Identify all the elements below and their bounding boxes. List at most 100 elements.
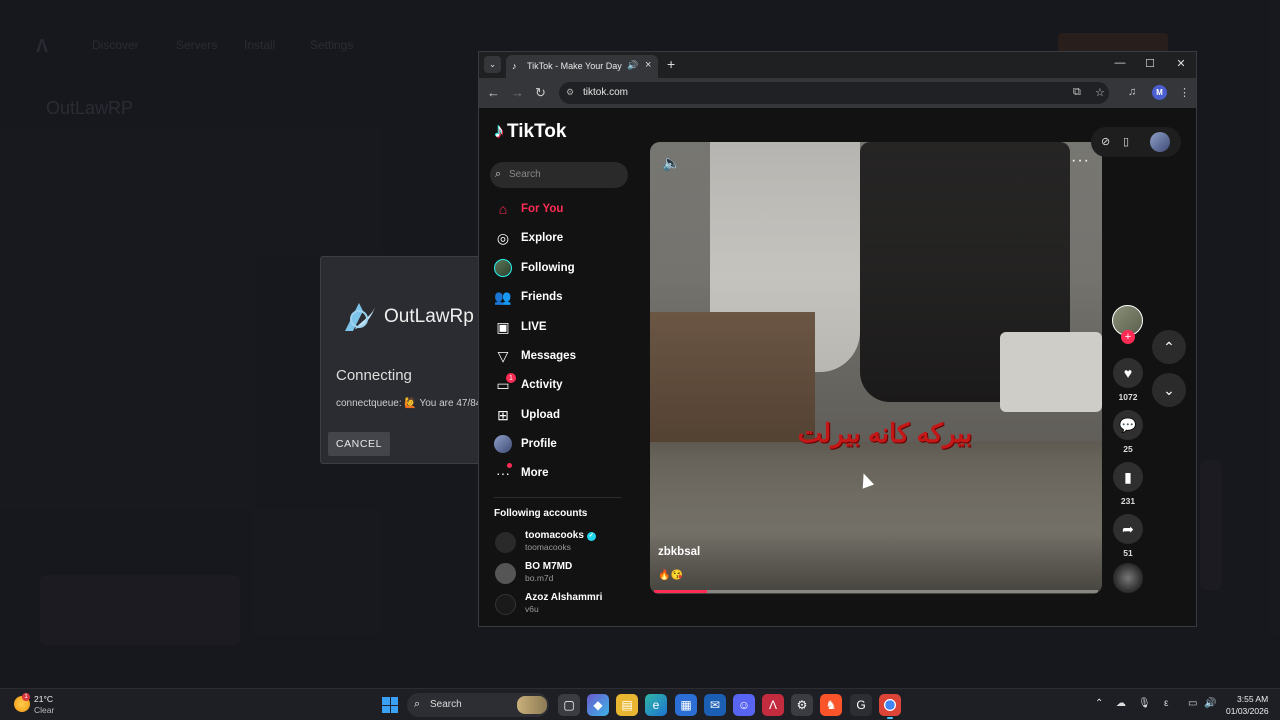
avatar — [495, 563, 516, 584]
nav-upload[interactable]: ⊞ Upload — [493, 404, 560, 426]
tab-search-chevron-icon[interactable]: ⌄ — [484, 56, 501, 73]
edge-icon[interactable]: e — [645, 694, 667, 716]
video-progress-bar[interactable] — [654, 590, 1098, 593]
user-avatar[interactable] — [1150, 132, 1170, 152]
address-bar[interactable]: ⚙ tiktok.com ⧉ ☆ — [559, 82, 1109, 104]
nav-messages[interactable]: ▽ Messages — [493, 345, 576, 367]
volume-icon[interactable]: 🔈 — [662, 154, 681, 172]
language-icon[interactable]: ε — [1164, 698, 1168, 709]
server-name: OutLawRp 3 — [384, 306, 490, 327]
search-input[interactable]: ⌕ Search — [490, 162, 628, 188]
nav-live[interactable]: ▣ LIVE — [493, 316, 546, 338]
weather-badge: 1 — [22, 693, 30, 701]
search-placeholder: Search — [509, 169, 541, 180]
share-icon[interactable]: ➦ — [1113, 514, 1143, 544]
microphone-icon[interactable]: 🎙 — [1138, 698, 1151, 709]
chrome-icon[interactable] — [879, 694, 901, 719]
comment-icon[interactable]: 💬 — [1113, 410, 1143, 440]
taskbar-search[interactable]: ⌕ Search — [407, 693, 549, 717]
volume-icon[interactable]: 🔊 — [1204, 698, 1216, 709]
device-icon[interactable]: ▯ — [1123, 135, 1129, 148]
install-app-icon[interactable]: ⧉ — [1073, 86, 1081, 99]
mail-icon[interactable]: ✉ — [704, 694, 726, 716]
browser-menu-icon[interactable]: ⋮ — [1179, 86, 1190, 99]
share-action[interactable]: ➦ 51 — [1112, 514, 1144, 558]
discord-icon[interactable]: ☺ — [733, 694, 755, 716]
follow-plus-icon[interactable]: + — [1121, 330, 1135, 344]
store-icon[interactable]: ▦ — [675, 694, 697, 716]
next-video-chevron-down-icon[interactable]: ⌄ — [1152, 373, 1186, 407]
new-tab-icon[interactable]: + — [667, 56, 675, 72]
following-account[interactable]: Azoz Alshammri v6u — [495, 592, 625, 620]
windows-start-icon[interactable] — [382, 697, 398, 713]
bookmark-star-icon[interactable]: ☆ — [1095, 86, 1105, 99]
nav-explore[interactable]: ◎ Explore — [493, 227, 563, 249]
weather-condition[interactable]: Clear — [34, 705, 54, 715]
clock-time[interactable]: 3:55 AM — [1237, 694, 1268, 704]
following-account[interactable]: BO M7MD bo.m7d — [495, 561, 625, 589]
network-icon[interactable]: ▭ — [1188, 698, 1197, 709]
coin-icon[interactable]: ⊘ — [1101, 135, 1110, 148]
nav-activity[interactable]: ▭ 1 Activity — [493, 373, 563, 396]
weather-temperature[interactable]: 21°C — [34, 694, 53, 704]
file-explorer-icon[interactable]: ▤ — [616, 694, 638, 716]
copilot-icon[interactable]: ◆ — [587, 694, 609, 716]
compass-icon: ◎ — [496, 229, 510, 246]
video-username[interactable]: zbkbsal — [658, 546, 700, 558]
nav-label: More — [521, 467, 549, 479]
friends-icon: 👥 — [494, 288, 512, 305]
media-controls-icon[interactable]: ♫ — [1128, 86, 1136, 98]
browser-profile-avatar[interactable]: M — [1152, 85, 1167, 100]
brave-icon[interactable]: ♞ — [820, 694, 842, 716]
minimize-icon[interactable]: — — [1113, 57, 1127, 69]
music-disc-icon[interactable] — [1113, 563, 1143, 593]
nav-more[interactable]: ··· More — [493, 462, 548, 484]
forward-icon[interactable]: → — [511, 85, 524, 100]
steam-icon[interactable]: ⚙ — [791, 694, 813, 716]
tiktok-wordmark: TikTok — [507, 120, 567, 142]
nav-following[interactable]: Following — [493, 257, 575, 279]
bookmark-icon[interactable]: ▮ — [1113, 462, 1143, 492]
tab-tiktok[interactable]: ♪ TikTok - Make Your Day 🔊 × — [506, 55, 658, 78]
nav-label: Friends — [521, 291, 563, 303]
account-handle: v6u — [525, 604, 539, 614]
cancel-button[interactable]: CANCEL — [328, 432, 390, 456]
nav-friends[interactable]: 👥 Friends — [493, 286, 563, 308]
previous-video-chevron-up-icon[interactable]: ⌃ — [1152, 330, 1186, 364]
site-info-icon[interactable]: ⚙ — [566, 87, 574, 98]
home-icon: ⌂ — [498, 201, 508, 217]
taskbar-search-label: Search — [430, 699, 462, 710]
back-icon[interactable]: ← — [487, 85, 500, 100]
like-action[interactable]: ♥ 1072 — [1112, 358, 1144, 402]
messages-icon: ▽ — [497, 347, 509, 364]
tab-audio-icon[interactable]: 🔊 — [627, 60, 638, 71]
tab-close-icon[interactable]: × — [645, 59, 651, 71]
url-text[interactable]: tiktok.com — [583, 87, 628, 98]
nav-label: Explore — [521, 232, 564, 244]
onedrive-icon[interactable]: ☁ — [1116, 698, 1126, 709]
nav-for-you[interactable]: ⌂ For You — [493, 198, 564, 220]
nav-label: For You — [521, 203, 564, 215]
tiktok-page: ♪ TikTok ⌕ Search ⌂ For You ◎ Explore Fo… — [479, 108, 1196, 626]
search-icon: ⌕ — [495, 168, 502, 180]
tiktok-note-icon: ♪ — [494, 120, 504, 142]
reload-icon[interactable]: ↻ — [535, 85, 546, 101]
capcut-icon[interactable]: G — [850, 694, 872, 716]
save-action[interactable]: ▮ 231 — [1112, 462, 1144, 506]
video-more-icon[interactable]: ··· — [1071, 152, 1090, 170]
launcher-icon[interactable]: Λ — [762, 694, 784, 716]
tiktok-logo[interactable]: ♪ TikTok — [494, 120, 566, 143]
close-window-icon[interactable]: ✕ — [1174, 57, 1188, 70]
nav-profile[interactable]: Profile — [493, 433, 557, 455]
account-name: Azoz Alshammri — [525, 592, 603, 603]
following-account[interactable]: toomacooks ✓ toomacooks — [495, 530, 625, 558]
clock-date[interactable]: 01/03/2026 — [1226, 706, 1269, 716]
video-player[interactable]: بيركه كانه بيرلت 🔈 ··· zbkbsal 🔥😘 — [650, 142, 1102, 594]
nav-label: Messages — [521, 350, 576, 362]
task-view-icon[interactable]: ▢ — [558, 694, 580, 716]
maximize-icon[interactable]: ☐ — [1143, 57, 1157, 70]
video-progress-fill — [654, 590, 708, 593]
comment-action[interactable]: 💬 25 — [1112, 410, 1144, 454]
tray-overflow-chevron-icon[interactable]: ⌃ — [1095, 698, 1103, 709]
heart-icon[interactable]: ♥ — [1113, 358, 1143, 388]
